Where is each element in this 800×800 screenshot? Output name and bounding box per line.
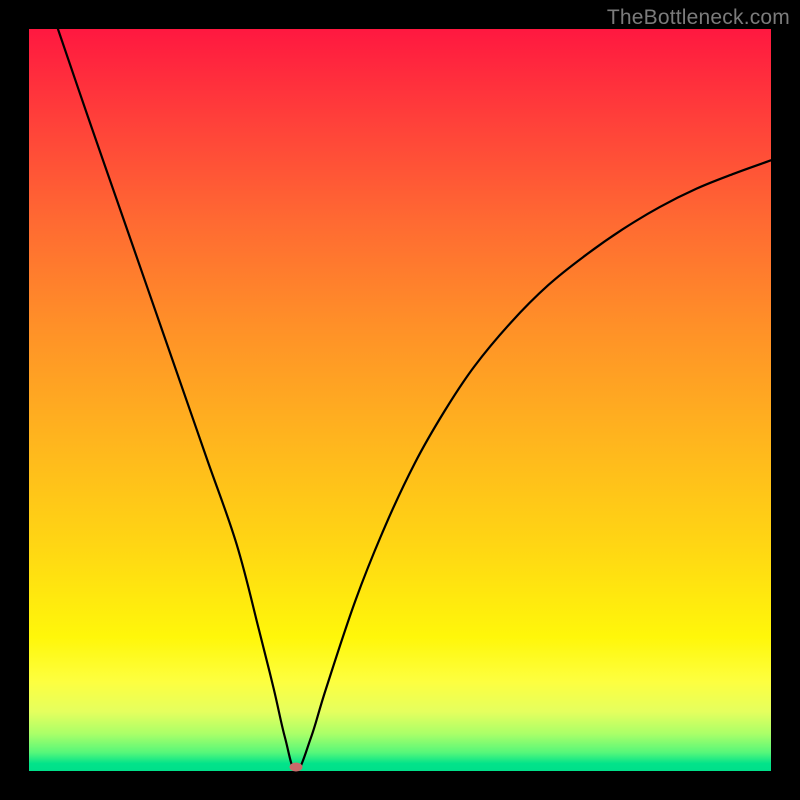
gradient-plot-area — [29, 29, 771, 771]
minimum-marker — [290, 763, 303, 772]
bottleneck-curve — [29, 29, 771, 771]
watermark-text: TheBottleneck.com — [607, 6, 790, 30]
